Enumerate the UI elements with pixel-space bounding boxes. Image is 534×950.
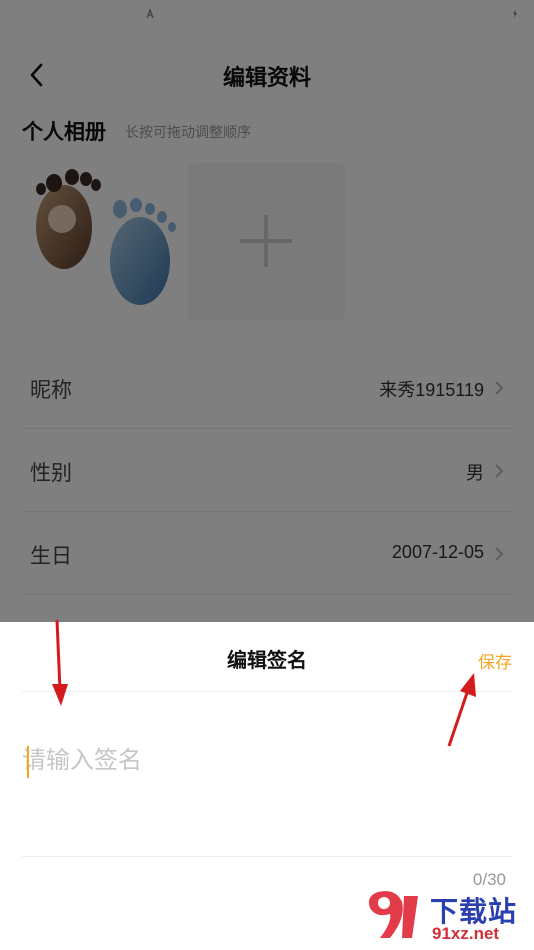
- watermark-url: 91xz.net: [432, 924, 500, 943]
- divider: [22, 856, 512, 857]
- save-button[interactable]: 保存: [478, 648, 512, 673]
- signature-input[interactable]: [22, 734, 512, 786]
- site-watermark: 下载站 91xz.net: [360, 884, 530, 946]
- watermark-logo: [369, 891, 418, 938]
- text-caret: [27, 746, 29, 778]
- modal-dim-overlay[interactable]: [0, 0, 534, 622]
- sheet-title: 编辑签名: [227, 648, 307, 672]
- divider: [22, 691, 512, 692]
